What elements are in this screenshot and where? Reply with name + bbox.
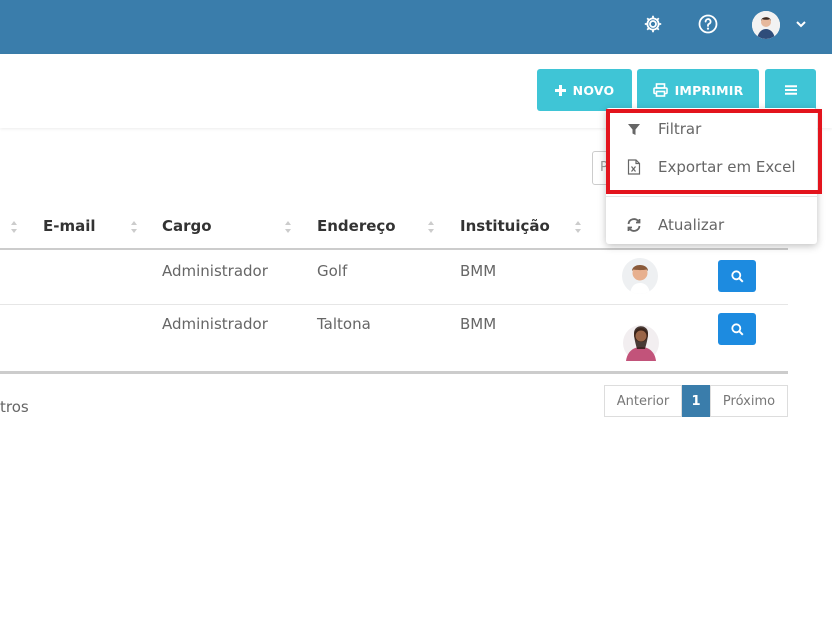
menu-divider — [606, 196, 817, 197]
pagination-page-current[interactable]: 1 — [682, 385, 710, 417]
cell-instituicao: BMM — [460, 315, 497, 333]
highlight-box — [606, 109, 822, 194]
column-header-endereco[interactable]: Endereço — [317, 217, 396, 235]
cell-cargo: Administrador — [162, 315, 268, 333]
cell-endereco: Taltona — [317, 315, 371, 333]
cell-instituicao: BMM — [460, 262, 497, 280]
table-bottom-border — [0, 371, 788, 374]
view-button[interactable] — [718, 313, 756, 345]
novo-button[interactable]: NOVO — [537, 69, 632, 111]
column-header-cargo[interactable]: Cargo — [162, 217, 212, 235]
pagination: Anterior 1 Próximo — [604, 385, 788, 417]
menu-item-label: Atualizar — [658, 216, 725, 234]
user-avatar[interactable] — [752, 11, 780, 39]
sort-icon[interactable] — [10, 218, 18, 236]
imprimir-label: IMPRIMIR — [674, 82, 744, 98]
search-icon — [730, 269, 744, 283]
menu-item-atualizar[interactable]: Atualizar — [606, 209, 817, 241]
table-header-divider — [0, 248, 788, 250]
chevron-down-icon[interactable] — [794, 16, 808, 30]
plus-icon — [554, 84, 566, 96]
sort-icon[interactable] — [130, 218, 138, 236]
novo-label: NOVO — [572, 82, 615, 98]
sort-icon[interactable] — [284, 218, 292, 236]
row-divider — [0, 304, 788, 305]
avatar — [622, 258, 658, 294]
sort-icon[interactable] — [574, 218, 582, 236]
hamburger-icon — [784, 85, 797, 95]
gear-icon[interactable] — [641, 12, 665, 36]
pagination-next[interactable]: Próximo — [710, 385, 788, 417]
top-navigation-bar — [0, 0, 832, 54]
printer-icon — [652, 83, 668, 97]
imprimir-button[interactable]: IMPRIMIR — [637, 69, 759, 111]
sort-icon[interactable] — [427, 218, 435, 236]
column-header-instituicao[interactable]: Instituição — [460, 217, 550, 235]
cell-cargo: Administrador — [162, 262, 268, 280]
records-info: tros — [0, 398, 29, 416]
question-circle-icon[interactable] — [696, 12, 720, 36]
view-button[interactable] — [718, 260, 756, 292]
options-menu-button[interactable] — [765, 69, 816, 111]
cell-endereco: Golf — [317, 262, 348, 280]
avatar — [622, 313, 660, 361]
search-icon — [730, 322, 744, 336]
column-header-email[interactable]: E-mail — [43, 217, 96, 235]
refresh-icon — [626, 217, 642, 233]
pagination-previous[interactable]: Anterior — [604, 385, 682, 417]
